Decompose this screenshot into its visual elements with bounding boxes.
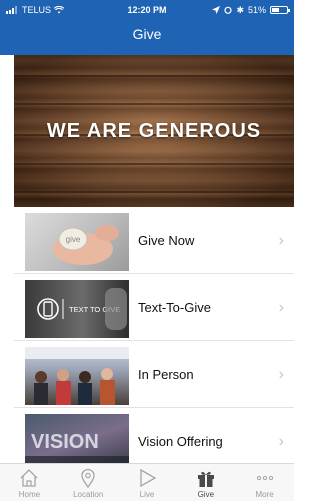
- give-now-row[interactable]: give Give Now ›: [14, 207, 294, 274]
- give-now-label: Give Now: [138, 233, 195, 248]
- give-card-text: give: [66, 235, 81, 244]
- home-icon: [20, 469, 38, 487]
- play-icon: [140, 468, 157, 488]
- bluetooth-icon: ✱: [236, 5, 244, 15]
- tab-location-label: Location: [73, 490, 104, 499]
- status-right: ✱ 51%: [212, 0, 290, 20]
- wood-plank-line: [14, 191, 294, 193]
- text-to-give-row[interactable]: TEXT TO GIVE Text-To-Give ›: [14, 274, 294, 341]
- give-now-thumbnail: give: [25, 213, 129, 271]
- alarm-icon: [224, 6, 233, 14]
- tab-live[interactable]: Live: [118, 464, 177, 501]
- battery-icon: [270, 6, 290, 14]
- battery-fill: [272, 8, 279, 12]
- hands-holding-card-image: give: [53, 225, 119, 265]
- chevron-right-icon: ›: [278, 232, 284, 249]
- crowd-photo-image: [25, 347, 129, 405]
- tab-live-label: Live: [139, 490, 155, 499]
- status-bar: TELUS 12:20 PM ✱ 51%: [0, 0, 294, 20]
- location-pin-icon: [81, 468, 95, 489]
- app-header: TELUS 12:20 PM ✱ 51% Give: [0, 0, 294, 55]
- tab-give-label: Give: [197, 490, 215, 499]
- gift-icon: [197, 471, 214, 487]
- in-person-label: In Person: [138, 367, 194, 382]
- text-to-give-label: Text-To-Give: [138, 300, 211, 315]
- in-person-thumbnail: [25, 347, 129, 405]
- hero-text: WE ARE GENEROUS: [46, 120, 262, 142]
- battery-percent: 51%: [247, 5, 266, 15]
- tab-home-label: Home: [18, 490, 41, 499]
- more-dots-icon: [256, 475, 273, 481]
- chevron-right-icon: ›: [278, 299, 284, 316]
- tab-location[interactable]: Location: [59, 464, 118, 501]
- tab-home[interactable]: Home: [0, 464, 59, 501]
- wood-plank-line: [14, 75, 294, 77]
- hero-banner: WE ARE GENEROUS: [14, 55, 294, 207]
- tab-give[interactable]: Give: [176, 464, 235, 501]
- in-person-row[interactable]: In Person ›: [14, 341, 294, 408]
- page-title: Give: [132, 26, 162, 42]
- text-to-give-thumbnail: TEXT TO GIVE: [25, 280, 129, 338]
- chevron-right-icon: ›: [278, 366, 284, 383]
- tab-bar: Home Location Live Give More: [0, 463, 294, 501]
- wood-plank-line: [14, 163, 294, 165]
- tab-more[interactable]: More: [235, 464, 294, 501]
- wood-plank-line: [14, 103, 294, 105]
- vision-text: VISION: [31, 431, 99, 453]
- tab-more-label: More: [255, 490, 274, 499]
- phone-text-to-give-image: TEXT TO GIVE: [37, 288, 127, 330]
- location-arrow-icon: [212, 6, 221, 14]
